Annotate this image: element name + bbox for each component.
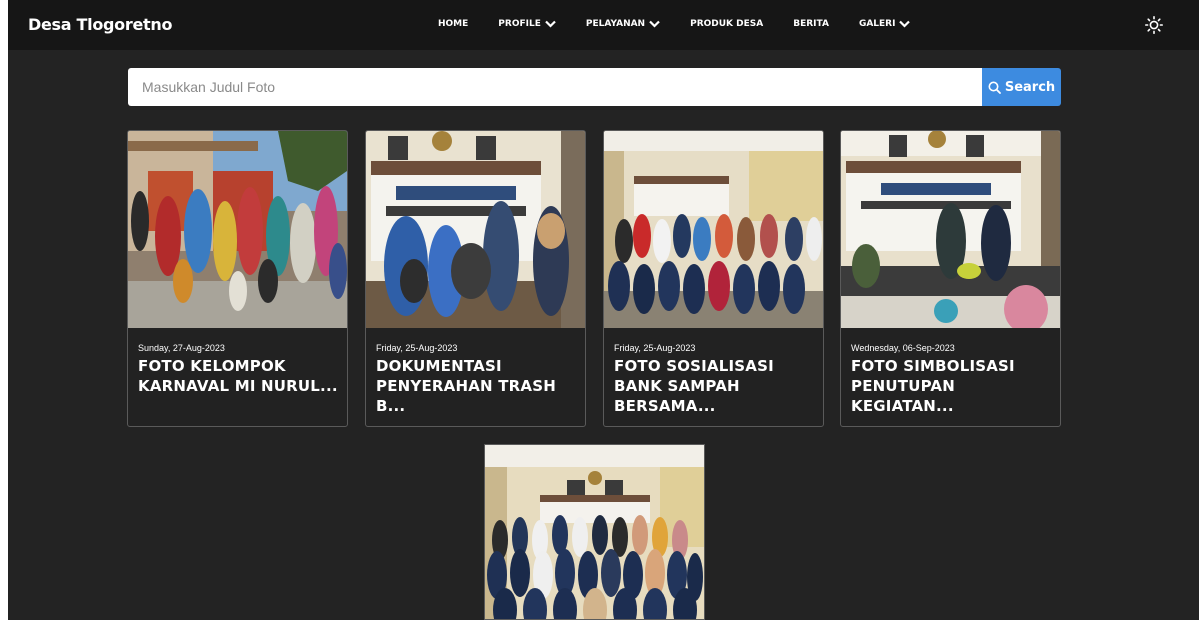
search-button-label: Search (1004, 79, 1056, 95)
gallery-photo (604, 131, 823, 328)
search-input[interactable] (128, 68, 982, 106)
gallery-photo (128, 131, 347, 328)
chevron-down-icon (545, 20, 556, 28)
gallery-card[interactable]: Wednesday, 06-Sep-2023 FOTO SIMBOLISASI … (840, 130, 1061, 427)
card-title[interactable]: FOTO SIMBOLISASI PENUTUPAN KEGIATAN... (851, 356, 1051, 416)
card-date: Friday, 25-Aug-2023 (376, 343, 458, 353)
page: Desa Tlogoretno HOME PROFILE PELAYANAN P… (8, 0, 1199, 620)
nav-item-berita[interactable]: BERITA (793, 19, 829, 29)
nav-item-profile[interactable]: PROFILE (498, 19, 556, 29)
nav-item-label: HOME (438, 19, 469, 29)
chevron-down-icon (649, 20, 660, 28)
main-nav: HOME PROFILE PELAYANAN PRODUK DESA BERIT… (438, 19, 911, 29)
card-title[interactable]: FOTO SOSIALISASI BANK SAMPAH BERSAMA... (614, 356, 814, 416)
card-title[interactable]: FOTO KELOMPOK KARNAVAL MI NURUL... (138, 356, 338, 396)
gallery-card[interactable]: Friday, 25-Aug-2023 FOTO SOSIALISASI BAN… (603, 130, 824, 427)
nav-item-galeri[interactable]: GALERI (859, 19, 911, 29)
card-date: Sunday, 27-Aug-2023 (138, 343, 225, 353)
chevron-down-icon (899, 20, 911, 28)
gallery-photo (366, 131, 585, 328)
nav-item-label: GALERI (858, 19, 896, 29)
gallery-card[interactable]: Sunday, 27-Aug-2023 FOTO KELOMPOK KARNAV… (127, 130, 348, 427)
card-date: Wednesday, 06-Sep-2023 (851, 343, 955, 353)
sun-icon[interactable] (1145, 16, 1163, 34)
gallery-card[interactable] (484, 444, 705, 620)
card-title[interactable]: DOKUMENTASI PENYERAHAN TRASH B... (376, 356, 576, 416)
brand-logo[interactable]: Desa Tlogoretno (28, 15, 172, 34)
gallery-photo (485, 445, 704, 619)
card-date: Friday, 25-Aug-2023 (614, 343, 696, 353)
nav-item-label: PRODUK DESA (690, 19, 764, 29)
search-icon (988, 81, 1001, 94)
navbar: Desa Tlogoretno HOME PROFILE PELAYANAN P… (8, 0, 1199, 50)
gallery-card[interactable]: Friday, 25-Aug-2023 DOKUMENTASI PENYERAH… (365, 130, 586, 427)
nav-item-home[interactable]: HOME (438, 19, 468, 29)
nav-item-produk-desa[interactable]: PRODUK DESA (690, 19, 763, 29)
nav-item-label: BERITA (793, 19, 829, 29)
gallery-photo (841, 131, 1060, 328)
nav-item-label: PROFILE (498, 19, 541, 29)
search-button[interactable]: Search (982, 68, 1061, 106)
nav-item-label: PELAYANAN (585, 19, 646, 29)
nav-item-pelayanan[interactable]: PELAYANAN (586, 19, 660, 29)
search-bar: Search (128, 68, 1061, 106)
